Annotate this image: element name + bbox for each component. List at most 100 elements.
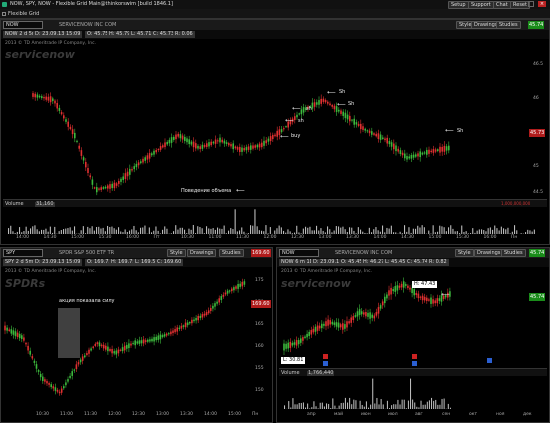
volume-bar (435, 399, 437, 409)
volume-bar (98, 226, 100, 234)
volume-bar (256, 226, 258, 234)
x-axis-label: 16:00 (126, 235, 139, 240)
candle (128, 343, 130, 349)
candle (203, 313, 206, 316)
grid-icon[interactable] (2, 12, 6, 16)
volume-bar (296, 225, 298, 234)
candle (364, 128, 366, 131)
now-daily-timeframe[interactable]: NOW 6 m 1D (279, 259, 316, 266)
candle (32, 93, 34, 97)
candle (104, 186, 107, 189)
now-daily-drawings-button[interactable]: Drawings (474, 249, 504, 257)
candle (82, 157, 85, 161)
top-studies-button[interactable]: Studies (496, 21, 521, 29)
support-button[interactable]: Support (468, 1, 494, 9)
now-daily-high-label: H: 47.43 (412, 281, 438, 288)
window-title-bar: NOW, SPY, NOW - Flexible Grid Main@think… (0, 0, 550, 9)
volume-bar (327, 226, 329, 234)
candle (123, 345, 126, 351)
x-axis-label: окт (469, 412, 478, 417)
volume-bar (349, 227, 351, 234)
candle (120, 178, 122, 182)
top-symbol-desc: SERVICENOW INC COM (59, 22, 117, 28)
volume-bar (443, 398, 445, 409)
chat-button[interactable]: Chat (493, 1, 511, 9)
now-daily-price-chart (283, 277, 451, 355)
x-axis-label: 10:30 (181, 235, 194, 240)
event-marker-icon[interactable] (487, 358, 492, 363)
spy-style-button[interactable]: Style (167, 249, 186, 257)
anno-buy: buy (291, 133, 301, 139)
spy-studies-button[interactable]: Studies (219, 249, 244, 257)
volume-bar (423, 227, 425, 234)
volume-bar (426, 401, 428, 409)
candle (144, 340, 147, 342)
candle (58, 391, 61, 394)
candle (111, 183, 113, 189)
candle (434, 149, 437, 152)
candle (404, 153, 406, 159)
candle (296, 114, 298, 118)
arrow-left-icon: ⟵ (337, 101, 346, 108)
setup-button[interactable]: Setup (448, 1, 469, 9)
now-daily-symbol-box[interactable]: NOW (279, 249, 319, 257)
now-daily-style-button[interactable]: Style (455, 249, 474, 257)
x-axis-label: 12:30 (291, 235, 304, 240)
volume-bar (420, 400, 422, 409)
volume-bar (109, 227, 111, 234)
event-marker-icon[interactable] (412, 361, 417, 366)
candle (100, 344, 103, 347)
event-marker-icon[interactable] (323, 361, 328, 366)
now-daily-volume-value: 1,766,440 (307, 370, 335, 376)
candle (302, 337, 304, 341)
candle (65, 119, 67, 122)
close-icon[interactable]: × (538, 1, 546, 7)
candle (226, 290, 229, 294)
top-symbol-box[interactable]: NOW (3, 21, 43, 29)
candle (234, 146, 237, 149)
candle (203, 145, 206, 147)
candle (89, 175, 91, 178)
volume-bar (223, 225, 225, 234)
event-marker-icon[interactable] (412, 354, 417, 359)
reset-button[interactable]: Reset (510, 1, 530, 9)
spy-drawings-button[interactable]: Drawings (187, 249, 217, 257)
candle (98, 342, 101, 347)
volume-bar (344, 397, 346, 409)
candle (239, 146, 241, 153)
grid-label[interactable]: Flexible Grid (8, 12, 39, 17)
candle (371, 314, 373, 318)
candle (212, 305, 214, 309)
candle (263, 140, 265, 146)
now-daily-studies-button[interactable]: Studies (501, 249, 526, 257)
x-axis-label: 15:00 (428, 235, 442, 240)
x-axis-label: 13:30 (180, 412, 193, 417)
event-marker-icon[interactable] (323, 354, 328, 359)
candle (393, 143, 395, 150)
candle (324, 99, 327, 103)
volume-bar (296, 404, 298, 409)
spy-timeframe[interactable]: SPY 2 d 5m (3, 259, 36, 266)
now-daily-volume-header: Volume 1,766,440 (279, 368, 547, 376)
candle (56, 389, 59, 392)
candle (230, 144, 232, 147)
candle (358, 309, 361, 315)
candle (175, 134, 177, 140)
volume-bar (294, 404, 296, 409)
volume-bar (439, 404, 441, 409)
spy-symbol-box[interactable]: SPY (3, 249, 43, 257)
candle (289, 341, 292, 348)
volume-bar (10, 225, 12, 234)
volume-bar (375, 227, 377, 234)
candle (155, 149, 157, 153)
x-axis-label: 12:00 (263, 235, 277, 240)
candle (349, 115, 351, 122)
volume-bar (335, 226, 337, 234)
candle (105, 345, 107, 350)
candle (157, 148, 160, 151)
volume-bar (330, 408, 332, 409)
minimize-icon[interactable] (528, 1, 534, 7)
candle (362, 126, 364, 130)
candle (430, 297, 432, 304)
candle (235, 286, 237, 289)
